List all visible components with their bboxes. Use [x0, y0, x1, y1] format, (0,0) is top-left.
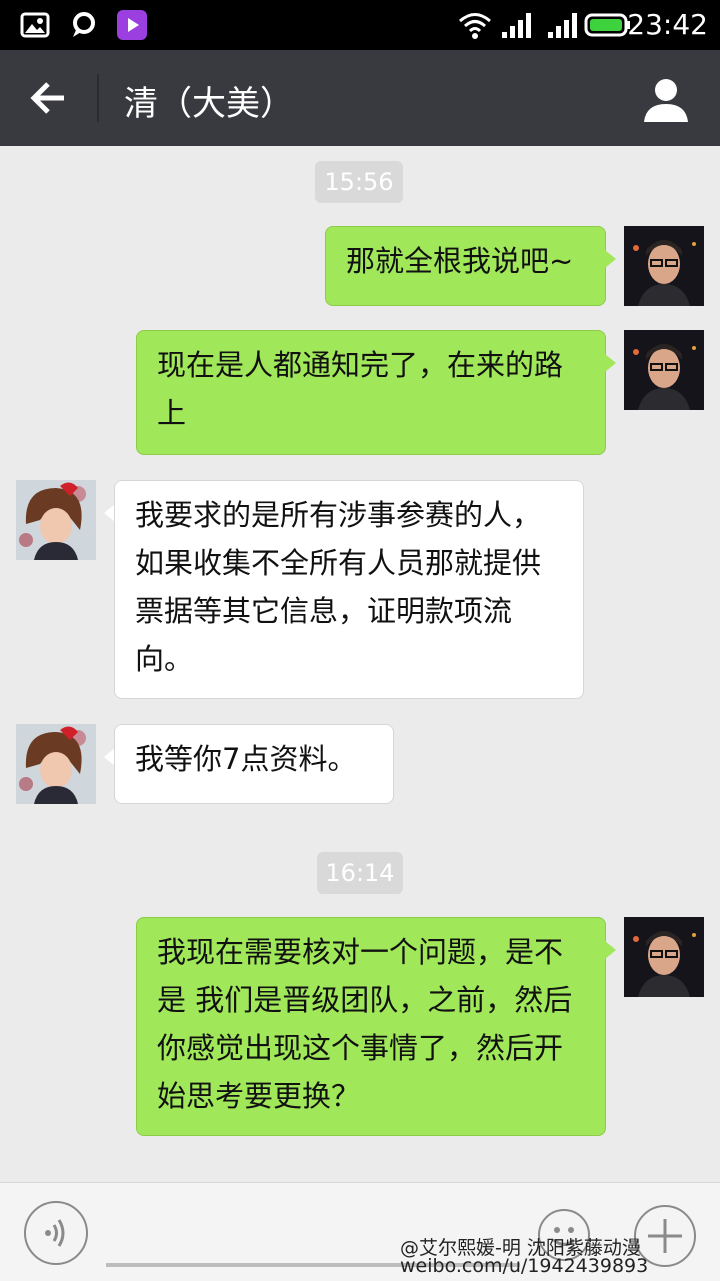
received-message-bubble[interactable]: 我要求的是所有涉事参赛的人，如果收集不全所有人员那就提供票据等其它信息，证明款项… — [114, 480, 584, 699]
avatar-image — [16, 724, 96, 804]
avatar[interactable] — [624, 226, 704, 306]
image-icon — [20, 12, 50, 38]
timestamp: 16:14 — [317, 852, 403, 894]
chat-title: 清（大美） — [124, 84, 294, 124]
status-bar: 23:42 — [0, 0, 720, 50]
bubble-tail — [605, 941, 616, 959]
avatar[interactable] — [624, 330, 704, 410]
signal-icon — [548, 13, 577, 38]
title-bar: 清（大美） — [0, 50, 720, 146]
clock: 23:42 — [627, 8, 708, 41]
avatar-image — [624, 226, 704, 306]
avatar[interactable] — [624, 917, 704, 997]
video-app-icon — [117, 10, 147, 40]
avatar[interactable] — [16, 480, 96, 560]
sent-message-bubble[interactable]: 现在是人都通知完了，在来的路上 — [136, 330, 606, 455]
back-arrow-icon[interactable] — [20, 70, 76, 126]
bubble-tail — [605, 250, 616, 268]
sent-message-bubble[interactable]: 我现在需要核对一个问题，是不是 我们是晋级团队，之前，然后你感觉出现这个事情了，… — [136, 917, 606, 1136]
timestamp: 15:56 — [315, 161, 403, 203]
voice-button[interactable] — [24, 1201, 88, 1265]
chat-area[interactable]: 15:56 那就全根我说吧~ 现在是人都通知完了，在来的路上 我要求的是所有涉事… — [0, 146, 720, 1182]
received-message-bubble[interactable]: 我等你7点资料。 — [114, 724, 394, 804]
header-divider — [97, 74, 99, 122]
avatar[interactable] — [16, 724, 96, 804]
chat-icon — [73, 12, 95, 37]
voice-icon — [45, 1219, 65, 1247]
sent-message-bubble[interactable]: 那就全根我说吧~ — [325, 226, 606, 306]
bubble-tail — [605, 354, 616, 372]
avatar-image — [624, 917, 704, 997]
input-bar: @艾尔熙媛-明 沈阳紫藤动漫 weibo.com/u/1942439893 — [0, 1182, 720, 1281]
avatar-image — [624, 330, 704, 410]
signal-icon — [502, 13, 531, 38]
battery-icon — [584, 13, 630, 37]
wifi-icon — [459, 13, 491, 39]
person-icon[interactable] — [642, 76, 690, 124]
watermark-url: weibo.com/u/1942439893 — [400, 1255, 649, 1277]
avatar-image — [16, 480, 96, 560]
